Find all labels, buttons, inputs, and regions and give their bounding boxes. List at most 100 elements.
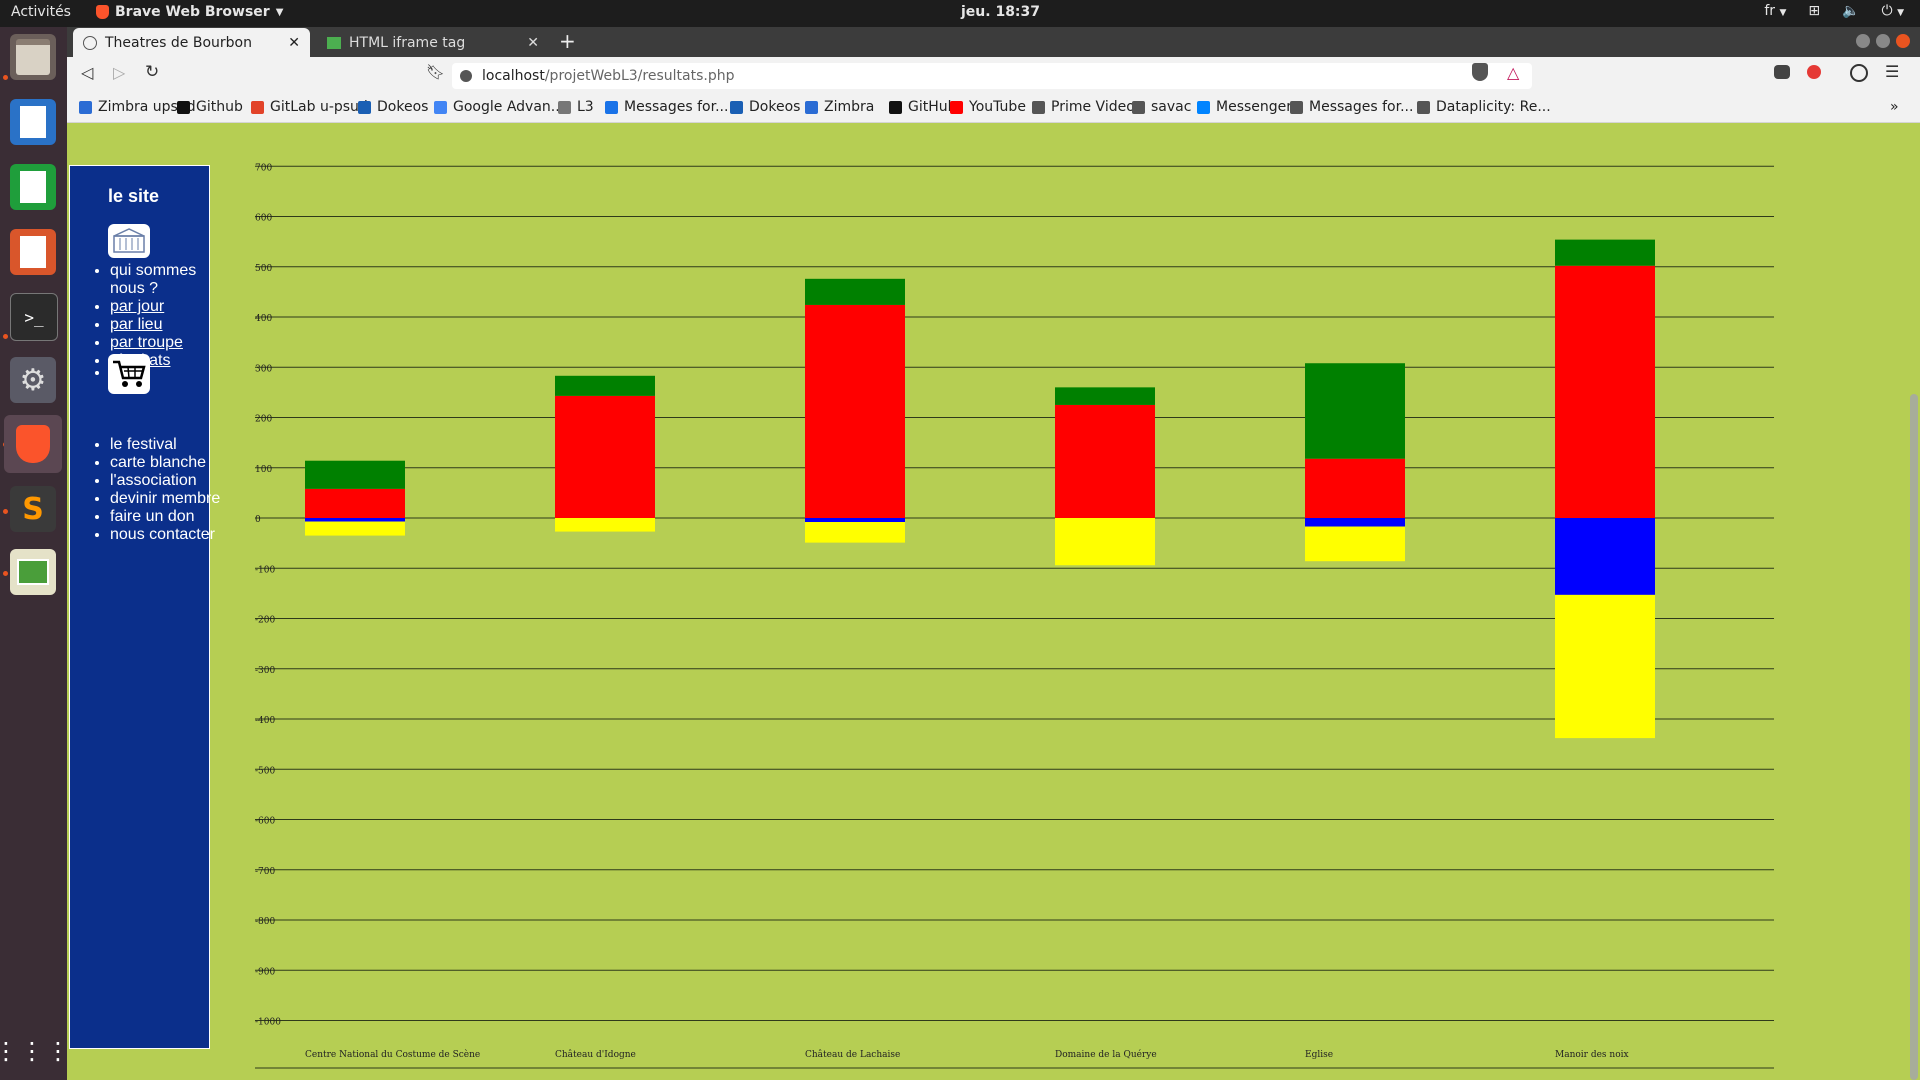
nav-item[interactable]: devinir membre xyxy=(110,490,248,508)
maximize-icon[interactable] xyxy=(1876,34,1890,48)
image-viewer-icon[interactable] xyxy=(10,549,56,595)
network-icon[interactable]: ⊞ xyxy=(1808,3,1820,19)
nav-item[interactable]: par lieu xyxy=(110,316,209,334)
bookmark-label: Google Advan... xyxy=(453,99,565,115)
brave-rewards-icon[interactable]: △ xyxy=(1507,63,1519,82)
bar-segment xyxy=(1555,239,1655,266)
tab-html-iframe-tag[interactable]: HTML iframe tag ✕ xyxy=(317,28,549,57)
bookmark-label: Dataplicity: Re... xyxy=(1436,99,1551,115)
extension-icon[interactable] xyxy=(1774,65,1790,79)
y-tick-label: -900 xyxy=(255,967,275,977)
terminal-icon[interactable]: >_ xyxy=(10,293,58,341)
running-indicator xyxy=(3,571,8,576)
activities-button[interactable]: Activités xyxy=(11,4,71,20)
bookmark-favicon-icon xyxy=(1197,100,1210,114)
bar-segment xyxy=(305,488,405,518)
reload-icon[interactable]: ↻ xyxy=(145,62,159,82)
language-label: fr xyxy=(1764,3,1775,19)
scrollbar[interactable] xyxy=(1908,123,1920,1080)
bookmark-favicon-icon xyxy=(177,100,190,114)
chevron-down-icon: ▼ xyxy=(275,6,284,18)
info-icon[interactable] xyxy=(460,70,472,82)
bookmark-favicon-icon xyxy=(1032,100,1045,114)
brave-shields-icon[interactable] xyxy=(1472,63,1488,81)
minimize-icon[interactable] xyxy=(1856,34,1870,48)
volume-icon[interactable]: 🔈 xyxy=(1842,3,1859,19)
bookmark-label: Messages for... xyxy=(1309,99,1414,115)
writer-icon[interactable] xyxy=(10,99,56,145)
menu-icon[interactable]: ☰ xyxy=(1885,62,1899,81)
nav-item[interactable]: l'association xyxy=(110,472,248,490)
bar-segment xyxy=(1555,594,1655,739)
nav-item[interactable]: par troupe xyxy=(110,334,209,352)
bookmark-favicon-icon xyxy=(605,100,618,114)
bar-segment xyxy=(1055,387,1155,405)
bookmark-icon[interactable]: 🔖︎ xyxy=(426,63,445,81)
bookmark-label: Messages for... xyxy=(624,99,729,115)
bookmark-item[interactable]: GitLab u-psud xyxy=(251,99,368,115)
close-icon[interactable]: ✕ xyxy=(527,35,539,51)
nav-item[interactable]: faire un don xyxy=(110,508,248,526)
y-tick-label: 0 xyxy=(255,515,261,525)
bookmark-item[interactable]: savac xyxy=(1132,99,1191,115)
nav-link[interactable]: par jour xyxy=(110,298,164,315)
calc-icon[interactable] xyxy=(10,164,56,210)
profile-icon[interactable] xyxy=(1850,64,1868,82)
browser-toolbar: ◁ ▷ ↻ 🔖︎ localhost/projetWebL3/resultats… xyxy=(67,57,1920,93)
bookmark-item[interactable]: GitHub xyxy=(889,99,957,115)
bar-segment xyxy=(1305,458,1405,518)
bookmark-item[interactable]: Dokeos xyxy=(730,99,800,115)
settings-icon[interactable]: ⚙ xyxy=(10,357,56,403)
bookmark-item[interactable]: Google Advan... xyxy=(434,99,564,115)
bookmark-item[interactable]: L3 xyxy=(558,99,594,115)
y-tick-label: 400 xyxy=(255,314,272,324)
bookmark-favicon-icon xyxy=(1290,100,1303,114)
tab-theatres-de-bourbon[interactable]: Theatres de Bourbon ✕ xyxy=(73,28,310,57)
nav-item[interactable]: nous contacter xyxy=(110,526,248,544)
back-icon[interactable]: ◁ xyxy=(81,63,93,82)
language-indicator[interactable]: fr ▼ xyxy=(1764,3,1786,19)
bar-segment xyxy=(805,304,905,518)
bookmark-item[interactable]: Github xyxy=(177,99,243,115)
bookmark-favicon-icon xyxy=(251,100,264,114)
nav-item[interactable]: le festival xyxy=(110,436,248,454)
close-icon[interactable]: ✕ xyxy=(288,35,300,51)
nav-link[interactable]: par troupe xyxy=(110,334,183,351)
y-tick-label: -500 xyxy=(255,766,275,776)
new-tab-icon[interactable]: + xyxy=(559,29,576,53)
forward-icon[interactable]: ▷ xyxy=(113,63,125,82)
bookmark-item[interactable]: Dokeos xyxy=(358,99,428,115)
bookmark-item[interactable]: YouTube xyxy=(950,99,1026,115)
nav-item[interactable]: carte blanche xyxy=(110,454,248,472)
bar-segment xyxy=(555,395,655,518)
scrollbar-thumb[interactable] xyxy=(1910,394,1918,1080)
running-indicator xyxy=(3,509,8,514)
files-icon[interactable] xyxy=(10,34,56,80)
sublime-text-icon[interactable]: S xyxy=(10,486,56,532)
bar-segment xyxy=(305,518,405,522)
more-bookmarks-button[interactable]: » xyxy=(1890,99,1899,115)
bookmark-item[interactable]: Prime Video xyxy=(1032,99,1135,115)
impress-icon[interactable] xyxy=(10,229,56,275)
show-applications-icon[interactable]: ⋮⋮⋮ xyxy=(0,1028,70,1074)
close-window-icon[interactable] xyxy=(1896,34,1910,48)
clock[interactable]: jeu. 18:37 xyxy=(961,4,1040,20)
y-tick-label: -100 xyxy=(255,565,275,575)
globe-icon xyxy=(83,35,97,50)
bookmark-favicon-icon xyxy=(805,100,818,114)
bookmark-item[interactable]: Messages for... xyxy=(1290,99,1413,115)
bookmark-item[interactable]: Zimbra xyxy=(805,99,874,115)
bar-segment xyxy=(305,460,405,489)
bookmark-item[interactable]: Dataplicity: Re... xyxy=(1417,99,1551,115)
theatre-icon xyxy=(108,224,150,258)
cart-icon[interactable] xyxy=(108,354,150,394)
nav-link[interactable]: par lieu xyxy=(110,316,162,333)
nav-item[interactable]: par jour xyxy=(110,298,209,316)
extension-icon[interactable] xyxy=(1807,65,1821,79)
address-bar[interactable]: localhost/projetWebL3/resultats.php xyxy=(452,63,1532,89)
power-icon[interactable]: ⏻ ▼ xyxy=(1882,3,1904,19)
bookmark-item[interactable]: Messenger xyxy=(1197,99,1292,115)
app-menu[interactable]: Brave Web Browser ▼ xyxy=(96,4,283,20)
brave-browser-icon[interactable] xyxy=(4,415,62,473)
bookmark-item[interactable]: Messages for... xyxy=(605,99,728,115)
